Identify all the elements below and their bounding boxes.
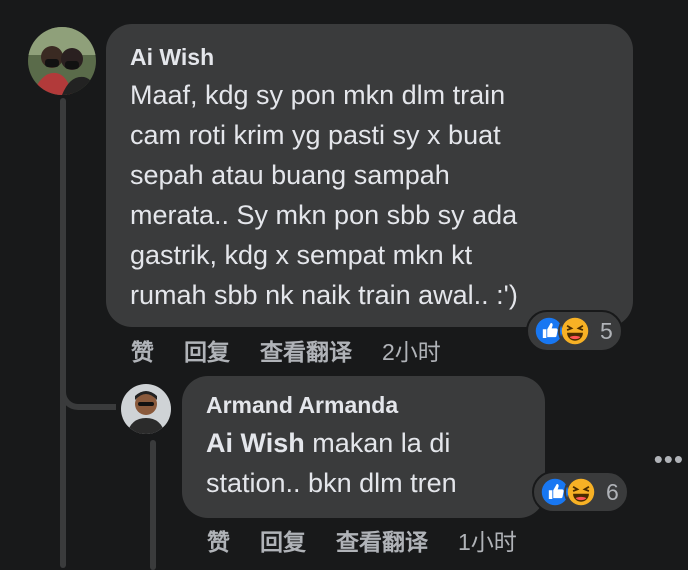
reply-connector-line [60,358,116,410]
haha-icon [558,314,592,348]
reply-reactions[interactable]: 6 [532,471,629,513]
profile-photo-icon [28,27,96,95]
see-translation-button[interactable]: 查看翻译 [260,333,352,367]
comment-actions: 赞 回复 查看翻译 2小时 [131,333,441,367]
like-button[interactable]: 赞 [131,333,154,367]
like-button[interactable]: 赞 [207,523,230,557]
thread-line [60,98,66,568]
reply-thread-line [150,440,156,570]
haha-icon [564,475,598,509]
avatar[interactable] [28,27,96,95]
mention-link[interactable]: Ai Wish [206,428,305,458]
reply-text: Ai Wish makan la di station.. bkn dlm tr… [206,423,521,503]
reply-actions: 赞 回复 查看翻译 1小时 [207,523,517,557]
comment-text: Maaf, kdg sy pon mkn dlm train cam roti … [130,80,518,310]
comment-reactions[interactable]: 5 [526,310,623,352]
reply-bubble: Armand Armanda Ai Wish makan la di stati… [182,376,545,518]
reply-avatar[interactable] [121,384,171,434]
profile-photo-icon [121,384,171,434]
comment-author[interactable]: Ai Wish [130,44,609,71]
timestamp[interactable]: 1小时 [458,523,517,557]
reaction-count: 6 [606,478,619,505]
reply-button[interactable]: 回复 [184,333,230,367]
reply-button[interactable]: 回复 [260,523,306,557]
comment-bubble: Ai Wish Maaf, kdg sy pon mkn dlm train c… [106,24,633,327]
more-options-icon[interactable]: ••• [654,444,684,475]
reaction-count: 5 [600,317,613,344]
reply-author[interactable]: Armand Armanda [206,392,521,419]
timestamp[interactable]: 2小时 [382,333,441,367]
see-translation-button[interactable]: 查看翻译 [336,523,428,557]
